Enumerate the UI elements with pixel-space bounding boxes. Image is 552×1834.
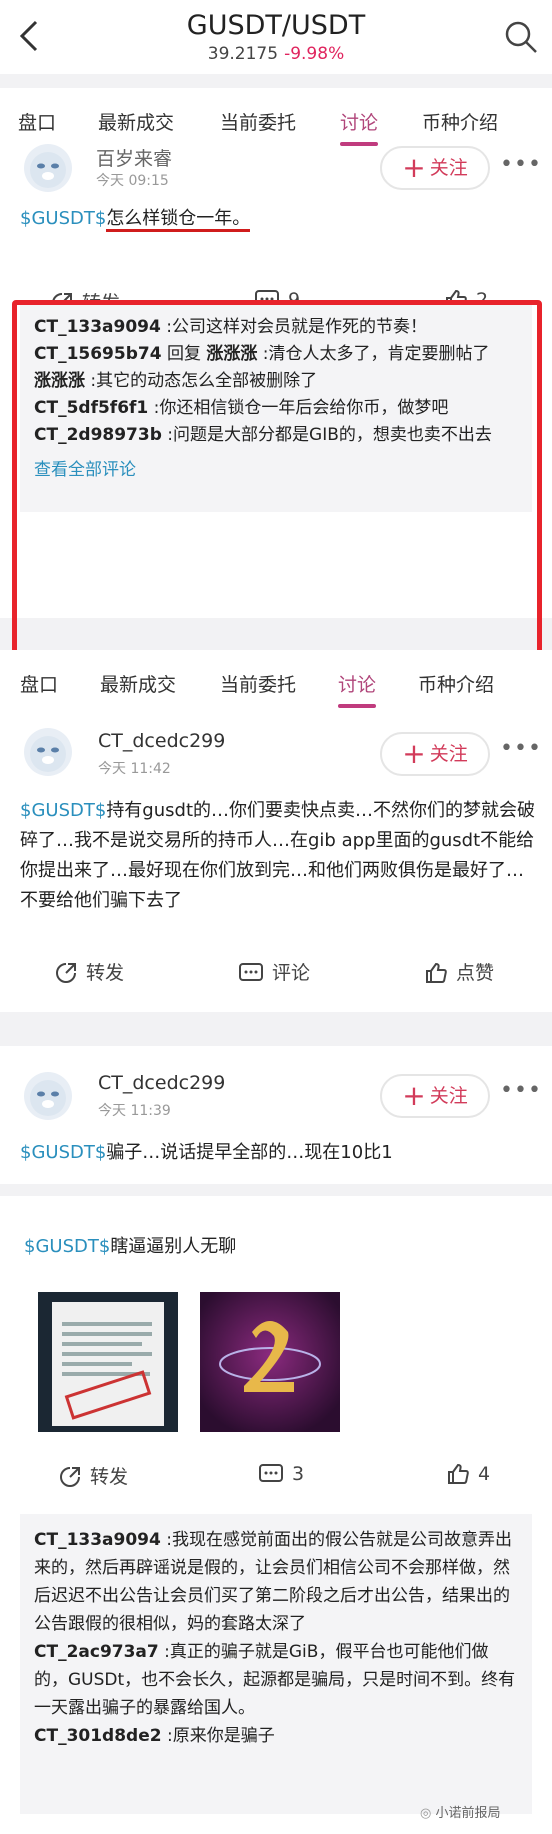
- post-text: 骗子…说话提早全部的…现在10比1: [106, 1142, 393, 1163]
- share-icon: [56, 963, 76, 983]
- ticker-tag[interactable]: $GUSDT$: [20, 208, 106, 229]
- post-image-screenshot[interactable]: [38, 1292, 178, 1432]
- plus-icon: +: [402, 737, 426, 770]
- tab-coin-intro[interactable]: 币种介绍: [422, 108, 498, 135]
- price-change: -9.98%: [284, 44, 345, 64]
- post-actions: 转发 评论 点赞: [0, 952, 552, 996]
- comment-button[interactable]: 评论: [238, 958, 310, 985]
- like-count: 4: [478, 1463, 491, 1485]
- more-icon[interactable]: •••: [500, 152, 542, 177]
- thumbs-up-icon: [448, 1463, 469, 1484]
- comment-list: CT_133a9094 :我现在感觉前面出的假公告就是公司故意弄出来的，然后再辟…: [20, 1514, 532, 1814]
- top-bar: GUSDT/USDT 39.2175 -9.98%: [0, 0, 552, 74]
- tab-latest-trades[interactable]: 最新成交: [100, 670, 176, 697]
- watermark-text: 小诺前报局: [435, 1806, 501, 1821]
- post-image-poster[interactable]: [200, 1292, 340, 1432]
- post-text: 怎么样锁仓一年。: [106, 208, 251, 232]
- plus-icon: +: [402, 151, 426, 184]
- tab-orderbook[interactable]: 盘口: [20, 670, 58, 697]
- post-actions: 转发 3 4: [0, 1456, 552, 1500]
- last-price: 39.2175: [207, 44, 279, 64]
- comment-item: CT_2ac973a7 :真正的骗子就是GiB，假平台也可能他们做的，GUSDt…: [34, 1638, 518, 1722]
- post-author[interactable]: CT_dcedc299: [98, 730, 225, 752]
- tab-discussion[interactable]: 讨论: [340, 108, 379, 146]
- comment-label: 评论: [272, 962, 311, 984]
- plus-icon: +: [402, 1079, 426, 1112]
- tab-coin-intro[interactable]: 币种介绍: [418, 670, 494, 697]
- comment-item: CT_301d8de2 :原来你是骗子: [34, 1722, 518, 1750]
- avatar[interactable]: [20, 724, 76, 780]
- post-content: $GUSDT$持有gusdt的…你们要卖快点卖…不然你们的梦就会破碎了…我不是说…: [20, 796, 535, 916]
- ticker-tag[interactable]: $GUSDT$: [20, 1142, 106, 1163]
- comment-icon: [239, 963, 263, 981]
- tab-discussion[interactable]: 讨论: [338, 670, 377, 708]
- post-content: $GUSDT$怎么样锁仓一年。: [20, 204, 535, 234]
- comment-icon: [259, 1464, 283, 1482]
- active-tab-indicator: [338, 704, 377, 708]
- post-card: 百岁来睿 今天 09:15 +关注 ••• $GUSDT$怎么样锁仓一年。 转发…: [0, 144, 552, 760]
- post-content: $GUSDT$骗子…说话提早全部的…现在10比1: [20, 1138, 535, 1168]
- tab-discussion-label: 讨论: [338, 674, 377, 696]
- ticker-tag[interactable]: $GUSDT$: [24, 1236, 110, 1257]
- tab-latest-trades[interactable]: 最新成交: [98, 108, 174, 135]
- follow-button[interactable]: + 关注: [380, 146, 490, 190]
- share-icon: [60, 1467, 80, 1487]
- post-time: 今天 11:42: [98, 761, 171, 777]
- post-content: $GUSDT$瞎逼逼别人无聊: [24, 1232, 539, 1262]
- like-label: 点赞: [456, 962, 495, 984]
- tab-discussion-label: 讨论: [340, 112, 379, 134]
- forward-label: 转发: [86, 962, 125, 984]
- follow-label: 关注: [429, 1085, 468, 1107]
- avatar[interactable]: [20, 1068, 76, 1124]
- forward-label: 转发: [90, 1466, 129, 1488]
- watermark: ◎ 小诺前报局: [420, 1802, 501, 1821]
- ticker-tag[interactable]: $GUSDT$: [20, 800, 106, 821]
- thumbs-up-icon: [426, 962, 447, 983]
- follow-button[interactable]: + 关注: [380, 1074, 490, 1118]
- post-card: CT_dcedc299 今天 11:39 + 关注 ••• $GUSDT$骗子…说…: [0, 1046, 552, 1184]
- post-time: 今天 11:39: [98, 1103, 171, 1119]
- follow-label: 关注: [429, 157, 468, 179]
- tab-open-orders[interactable]: 当前委托: [220, 670, 296, 697]
- post-card: CT_dcedc299 今天 11:42 + 关注 ••• $GUSDT$持有gu…: [0, 714, 552, 1012]
- comment-user[interactable]: CT_301d8de2: [34, 1726, 162, 1746]
- comment-count: 3: [292, 1463, 305, 1485]
- avatar[interactable]: [20, 140, 76, 196]
- tab-bar: 盘口 最新成交 当前委托 讨论 币种介绍: [0, 88, 552, 152]
- price-line: 39.2175 -9.98%: [0, 44, 552, 64]
- active-tab-indicator: [340, 142, 379, 146]
- comment-item: CT_133a9094 :我现在感觉前面出的假公告就是公司故意弄出来的，然后再辟…: [34, 1526, 518, 1638]
- tab-orderbook[interactable]: 盘口: [18, 108, 56, 135]
- post-author[interactable]: CT_dcedc299: [98, 1072, 225, 1094]
- forward-button[interactable]: 转发: [58, 1462, 128, 1489]
- follow-label: 关注: [429, 743, 468, 765]
- post-time: 今天 09:15: [96, 173, 169, 189]
- tab-open-orders[interactable]: 当前委托: [220, 108, 296, 135]
- more-icon[interactable]: •••: [500, 736, 542, 761]
- wechat-icon: ◎: [420, 1806, 436, 1821]
- comment-text: :原来你是骗子: [161, 1726, 275, 1746]
- like-button[interactable]: 点赞: [424, 958, 494, 985]
- comment-user[interactable]: CT_133a9094: [34, 1530, 161, 1550]
- follow-button[interactable]: + 关注: [380, 732, 490, 776]
- post-author[interactable]: 百岁来睿: [96, 144, 172, 171]
- tab-bar: 盘口 最新成交 当前委托 讨论 币种介绍: [0, 650, 552, 714]
- more-icon[interactable]: •••: [500, 1078, 542, 1103]
- post-card: $GUSDT$瞎逼逼别人无聊 转发 3 4 CT_133a9094 :我现在感觉…: [0, 1196, 552, 1834]
- comment-button[interactable]: 3: [258, 1462, 304, 1486]
- like-button[interactable]: 4: [446, 1462, 490, 1486]
- search-icon[interactable]: [504, 20, 538, 54]
- post-text: 瞎逼逼别人无聊: [110, 1236, 237, 1257]
- comment-user[interactable]: CT_2ac973a7: [34, 1642, 159, 1662]
- page-title: GUSDT/USDT: [186, 10, 366, 41]
- forward-button[interactable]: 转发: [54, 958, 124, 985]
